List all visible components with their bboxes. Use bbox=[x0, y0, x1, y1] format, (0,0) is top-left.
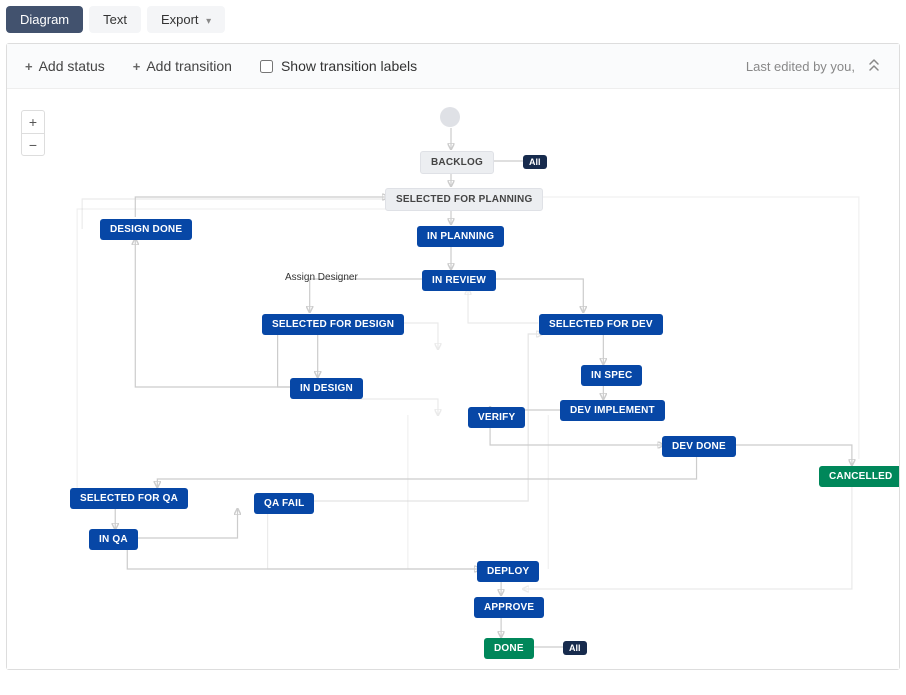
node-selected-design[interactable]: SELECTED FOR DESIGN bbox=[262, 314, 404, 335]
node-verify[interactable]: VERIFY bbox=[468, 407, 525, 428]
add-transition-button[interactable]: + Add transition bbox=[133, 58, 232, 74]
node-dev-implement[interactable]: DEV IMPLEMENT bbox=[560, 400, 665, 421]
add-transition-label: Add transition bbox=[146, 58, 232, 74]
zoom-in-button[interactable]: + bbox=[22, 111, 44, 133]
node-done[interactable]: DONE bbox=[484, 638, 534, 659]
collapse-icon[interactable] bbox=[867, 58, 881, 74]
node-approve[interactable]: APPROVE bbox=[474, 597, 544, 618]
zoom-out-button[interactable]: − bbox=[22, 133, 44, 155]
edges-layer bbox=[7, 89, 899, 669]
node-in-planning[interactable]: IN PLANNING bbox=[417, 226, 504, 247]
all-pill-done[interactable]: All bbox=[563, 641, 587, 655]
node-in-qa[interactable]: IN QA bbox=[89, 529, 138, 550]
node-deploy[interactable]: DEPLOY bbox=[477, 561, 539, 582]
tab-export[interactable]: Export ▾ bbox=[147, 6, 225, 33]
toolbar: + Add status + Add transition Show trans… bbox=[7, 44, 899, 89]
workflow-panel: + Add status + Add transition Show trans… bbox=[6, 43, 900, 670]
node-qa-fail[interactable]: QA FAIL bbox=[254, 493, 314, 514]
chevron-down-icon: ▾ bbox=[206, 16, 211, 27]
node-selected-planning[interactable]: SELECTED FOR PLANNING bbox=[385, 188, 543, 211]
add-status-button[interactable]: + Add status bbox=[25, 58, 105, 74]
node-in-review[interactable]: IN REVIEW bbox=[422, 270, 496, 291]
add-status-label: Add status bbox=[39, 58, 105, 74]
plus-icon: + bbox=[25, 59, 33, 74]
tab-export-label: Export bbox=[161, 12, 199, 27]
tab-bar: Diagram Text Export ▾ bbox=[0, 0, 906, 43]
node-in-spec[interactable]: IN SPEC bbox=[581, 365, 642, 386]
node-design-done[interactable]: DESIGN DONE bbox=[100, 219, 192, 240]
diagram-canvas[interactable]: BACKLOG All SELECTED FOR PLANNING IN PLA… bbox=[7, 89, 899, 669]
show-labels-toggle[interactable]: Show transition labels bbox=[260, 58, 417, 74]
all-pill-backlog[interactable]: All bbox=[523, 155, 547, 169]
edge-label-assign-designer: Assign Designer bbox=[285, 272, 358, 283]
zoom-control: + − bbox=[21, 110, 45, 156]
node-selected-qa[interactable]: SELECTED FOR QA bbox=[70, 488, 188, 509]
node-selected-dev[interactable]: SELECTED FOR DEV bbox=[539, 314, 663, 335]
node-in-design[interactable]: IN DESIGN bbox=[290, 378, 363, 399]
last-edited-text: Last edited by you, bbox=[746, 59, 855, 74]
node-backlog[interactable]: BACKLOG bbox=[420, 151, 494, 174]
show-labels-label: Show transition labels bbox=[281, 58, 417, 74]
show-labels-checkbox[interactable] bbox=[260, 60, 273, 73]
tab-diagram[interactable]: Diagram bbox=[6, 6, 83, 33]
node-dev-done[interactable]: DEV DONE bbox=[662, 436, 736, 457]
start-node[interactable] bbox=[440, 107, 460, 127]
plus-icon: + bbox=[133, 59, 141, 74]
node-cancelled[interactable]: CANCELLED bbox=[819, 466, 899, 487]
tab-text[interactable]: Text bbox=[89, 6, 141, 33]
